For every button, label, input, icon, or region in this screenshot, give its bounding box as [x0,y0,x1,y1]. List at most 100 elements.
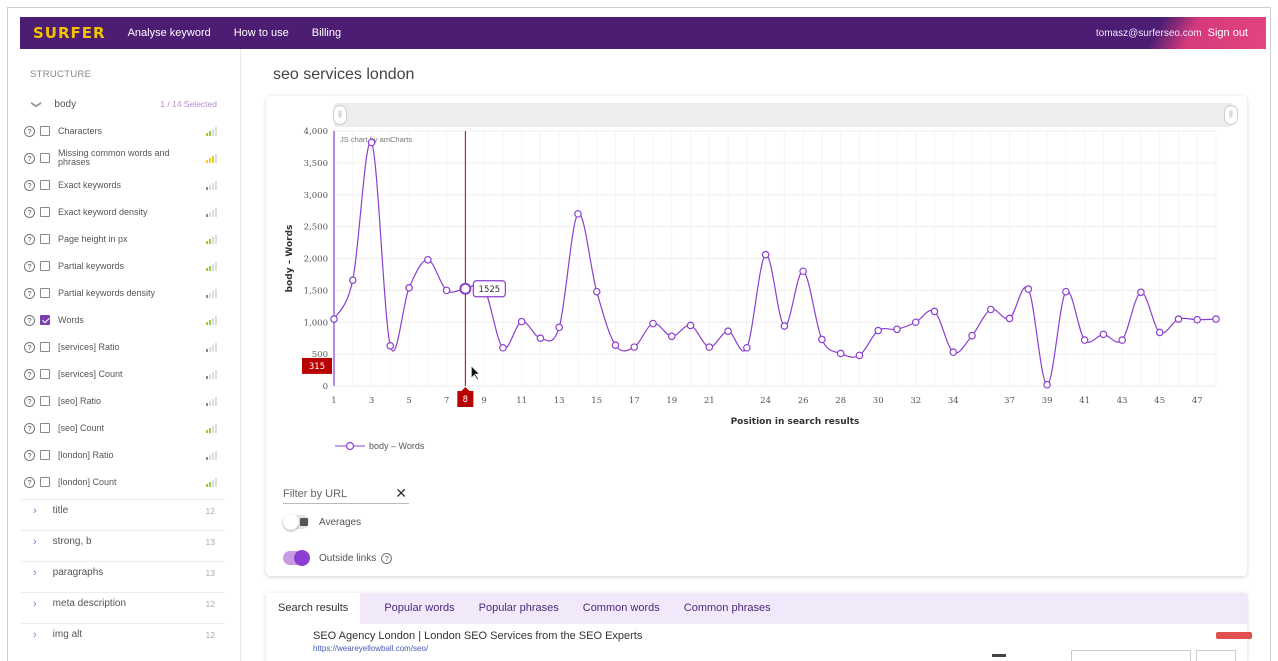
data-point [705,343,714,351]
result-url[interactable]: https://weareyellowball.com/seo/ [313,644,428,653]
sidebar-item[interactable]: ? Missing common words and phrases [20,147,225,169]
data-point [555,323,563,332]
sidebar-group[interactable]: › img alt 12 [20,623,225,645]
filter-url-input[interactable]: Filter by URL ✕ [283,484,409,504]
signal-bars-icon [206,342,217,352]
chevron-down-icon: ❯ [30,99,42,109]
item-checkbox[interactable] [40,342,50,352]
y-tick-label: 2,000 [304,255,328,265]
user-email: tomasz@surferseo.com [1095,27,1202,39]
tab-popular-words[interactable]: Popular words [384,593,454,624]
help-icon[interactable]: ? [24,395,35,407]
help-icon[interactable]: ? [24,314,35,326]
help-icon[interactable]: ? [24,206,35,218]
series-line [333,141,1217,386]
x-tick-label: 3 [369,396,374,406]
y-tick-label: 0 [323,382,328,392]
help-icon[interactable]: ? [24,152,35,164]
sidebar-item[interactable]: ? [services] Count [20,363,225,385]
nav-billing[interactable]: Billing [312,27,341,39]
sidebar-item[interactable]: ? Exact keywords [20,174,225,196]
item-checkbox[interactable] [40,396,50,406]
help-icon[interactable]: ? [24,449,35,461]
help-icon[interactable]: ? [24,233,35,245]
outside-links-switch[interactable] [283,550,310,566]
sidebar-item-label: [seo] Ratio [58,395,102,406]
result-input-box[interactable] [1071,650,1191,661]
help-icon[interactable]: ? [24,125,35,137]
item-checkbox[interactable] [40,207,50,217]
data-point [761,250,770,259]
x-cursor-label: 8 [463,395,468,405]
item-checkbox[interactable] [40,423,50,433]
result-title[interactable]: SEO Agency London | London SEO Services … [313,630,642,642]
nav-analyse-keyword[interactable]: Analyse keyword [128,27,211,39]
help-icon[interactable]: ? [24,179,35,191]
sidebar-item-label: Page height in px [58,233,128,244]
sidebar-item[interactable]: ? [seo] Count [20,417,225,439]
x-tick-label: 11 [516,396,527,406]
sidebar-item[interactable]: ? [london] Count [20,471,225,493]
averages-switch[interactable] [283,514,309,530]
help-icon[interactable]: ? [24,476,35,488]
sidebar-item[interactable]: ? [services] Ratio [20,336,225,358]
x-tick-label: 26 [798,396,809,406]
item-checkbox[interactable] [40,126,50,136]
item-checkbox[interactable] [40,153,50,163]
help-icon[interactable]: ? [24,260,35,272]
tab-common-words[interactable]: Common words [583,593,660,624]
chevron-right-icon: › [33,566,37,579]
sidebar-group[interactable]: › title 12 [20,499,225,521]
result-button-box[interactable] [1196,650,1236,661]
surfer-logo[interactable]: SURFER [33,24,106,42]
chevron-right-icon: › [33,628,37,641]
item-checkbox[interactable] [40,477,50,487]
help-icon[interactable]: ? [24,287,35,299]
item-checkbox[interactable] [40,369,50,379]
tab-search-results[interactable]: Search results [266,593,361,624]
y-tick-label: 3,000 [304,191,328,201]
y-tick-label: 1,000 [304,318,328,328]
sidebar-group[interactable]: › paragraphs 13 [20,561,225,583]
menu-icon[interactable] [992,654,1006,657]
nav-how-to-use[interactable]: How to use [234,27,289,39]
chart-legend[interactable]: body – Words [335,441,424,451]
sidebar-item[interactable]: ? Partial keywords density [20,282,225,304]
clear-filter-icon[interactable]: ✕ [395,485,407,502]
x-tick-label: 28 [835,396,846,406]
sidebar-item[interactable]: ? Page height in px [20,228,225,250]
item-checkbox[interactable] [40,315,50,325]
sidebar-group-count: 12 [205,505,215,516]
sidebar-item[interactable]: ? [seo] Ratio [20,390,225,412]
item-checkbox[interactable] [40,288,50,298]
outside-links-toggle-row[interactable]: Outside links ? [283,550,393,566]
help-icon[interactable]: ? [381,552,393,564]
sidebar-item[interactable]: ? Characters [20,120,225,142]
data-point [874,326,883,335]
sidebar-item[interactable]: ? Words [20,309,225,331]
sidebar-item[interactable]: ? Partial keywords [20,255,225,277]
item-checkbox[interactable] [40,180,50,190]
selected-count: 1 / 14 Selected [160,99,217,109]
item-checkbox[interactable] [40,261,50,271]
help-icon[interactable]: ? [24,368,35,380]
averages-toggle-row[interactable]: Averages [283,514,361,530]
sign-out-link[interactable]: Sign out [1208,27,1248,39]
x-tick-label: 41 [1079,396,1090,406]
sidebar-item[interactable]: ? Exact keyword density [20,201,225,223]
item-checkbox[interactable] [40,450,50,460]
sidebar-item[interactable]: ? [london] Ratio [20,444,225,466]
sidebar-group[interactable]: › strong, b 13 [20,530,225,552]
tab-common-phrases[interactable]: Common phrases [684,593,771,624]
sidebar-group[interactable]: › meta description 12 [20,592,225,614]
help-icon[interactable]: ? [24,422,35,434]
data-point [1062,287,1070,296]
sidebar-item-label: [services] Count [58,368,123,379]
signal-bars-icon [206,423,217,433]
y-tick-label: 4,000 [304,127,328,137]
item-checkbox[interactable] [40,234,50,244]
data-point [592,287,601,296]
help-icon[interactable]: ? [24,341,35,353]
tab-popular-phrases[interactable]: Popular phrases [479,593,559,624]
sidebar-section-body[interactable]: ❯ body 1 / 14 Selected [20,93,225,115]
